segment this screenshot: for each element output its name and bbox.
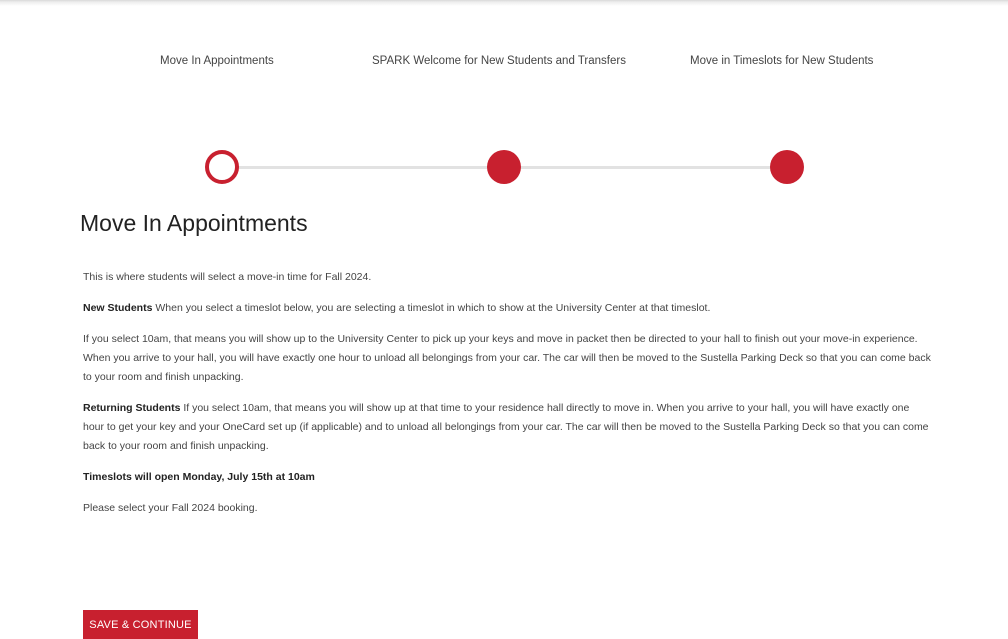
returning-students-paragraph: Returning Students If you select 10am, t… xyxy=(83,399,933,456)
intro-text: This is where students will select a mov… xyxy=(83,271,372,283)
instructions-content: This is where students will select a mov… xyxy=(83,268,933,530)
step-navigation: Move In Appointments SPARK Welcome for N… xyxy=(0,55,1008,71)
step-link-move-in-appointments[interactable]: Move In Appointments xyxy=(160,55,274,67)
step-indicator-2[interactable] xyxy=(487,150,521,184)
returning-students-heading: Returning Students xyxy=(83,402,181,414)
step-indicator-current[interactable] xyxy=(205,150,239,184)
new-students-heading: New Students xyxy=(83,302,153,314)
step-link-spark-welcome[interactable]: SPARK Welcome for New Students and Trans… xyxy=(372,55,626,67)
select-prompt: Please select your Fall 2024 booking. xyxy=(83,502,258,514)
step-link-move-in-timeslots[interactable]: Move in Timeslots for New Students xyxy=(690,55,873,67)
timeslots-notice-text: Timeslots will open Monday, July 15th at… xyxy=(83,471,315,483)
returning-students-text: If you select 10am, that means you will … xyxy=(83,402,929,452)
header-shadow xyxy=(0,0,1008,6)
new-students-text: When you select a timeslot below, you ar… xyxy=(152,302,711,314)
save-continue-button[interactable]: SAVE & CONTINUE xyxy=(83,610,198,639)
step-indicator-3[interactable] xyxy=(770,150,804,184)
ten-am-paragraph: If you select 10am, that means you will … xyxy=(83,333,931,383)
timeslots-notice: Timeslots will open Monday, July 15th at… xyxy=(83,468,933,487)
page-title: Move In Appointments xyxy=(80,210,308,236)
step-progress-bar xyxy=(0,149,1008,185)
new-students-paragraph: New Students When you select a timeslot … xyxy=(83,299,933,318)
